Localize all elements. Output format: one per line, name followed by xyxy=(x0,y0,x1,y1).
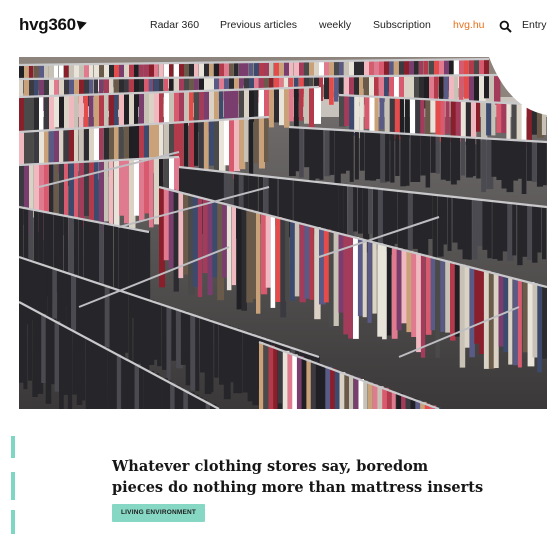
headline-line-1: Whatever clothing stores say, boredom xyxy=(112,458,429,475)
entry-link[interactable]: Entry xyxy=(522,19,547,31)
hero-image xyxy=(19,57,547,409)
article-headline[interactable]: Whatever clothing stores say, boredom pi… xyxy=(112,456,512,498)
hvg360-logo[interactable]: hvg360 xyxy=(19,15,89,35)
logo-arrow-icon xyxy=(76,17,89,31)
side-accent-bar xyxy=(11,472,15,500)
search-icon[interactable] xyxy=(499,20,512,33)
logo-text: hvg360 xyxy=(19,15,76,34)
category-tag[interactable]: LIVING ENVIRONMENT xyxy=(112,504,206,522)
nav-subscription[interactable]: Subscription xyxy=(373,19,431,31)
nav-hvg-hu[interactable]: hvg.hu xyxy=(453,19,485,31)
nav-radar-360[interactable]: Radar 360 xyxy=(150,19,199,31)
headline-line-2: pieces do nothing more than mattress ins… xyxy=(112,479,484,496)
clothing-racks-illustration xyxy=(19,57,547,409)
side-accent-bar xyxy=(11,510,15,534)
side-accent-bar xyxy=(11,436,15,458)
site-header: hvg360 Radar 360 Previous articles weekl… xyxy=(0,0,547,52)
nav-previous-articles[interactable]: Previous articles xyxy=(220,19,297,31)
nav-weekly[interactable]: weekly xyxy=(319,19,351,31)
